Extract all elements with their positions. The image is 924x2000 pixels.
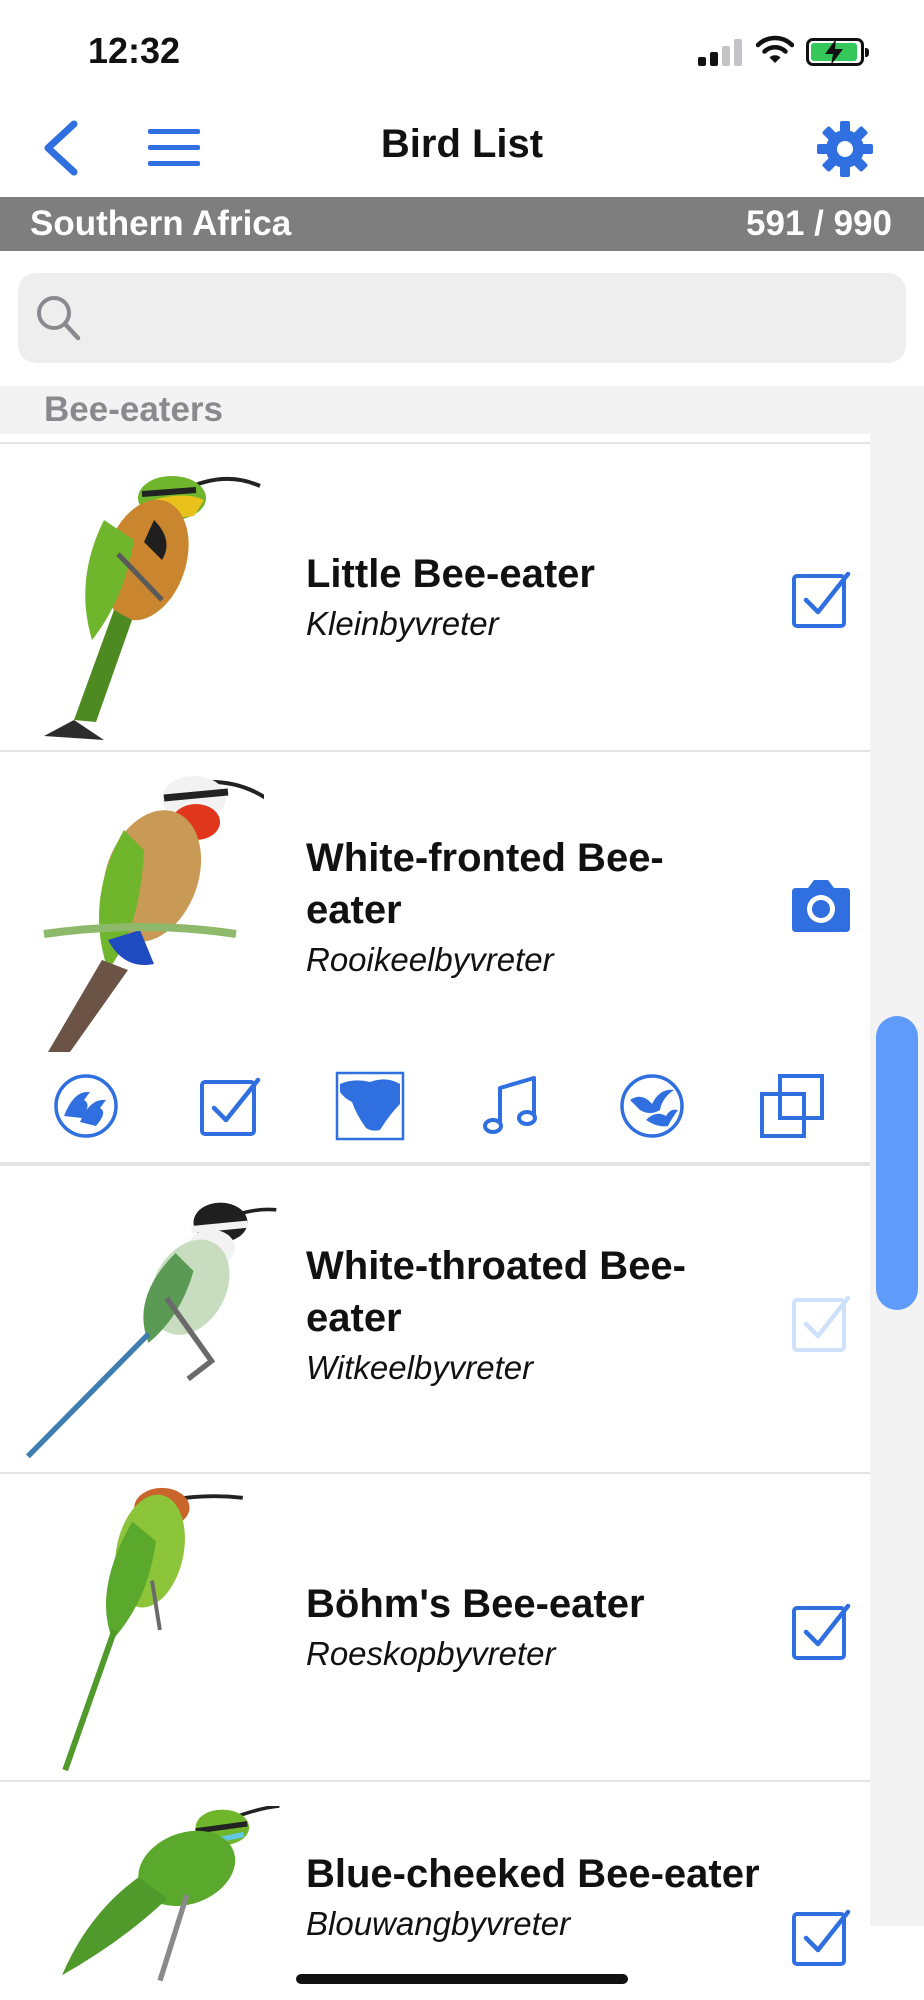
music-note-icon[interactable] — [476, 1070, 548, 1142]
bird-names: Böhm's Bee-eater Roeskopbyvreter — [306, 1578, 786, 1678]
common-name: White-fronted Bee-eater — [306, 836, 664, 932]
scrollbar-thumb[interactable] — [876, 1016, 918, 1310]
species-count: 591 / 990 — [746, 204, 892, 243]
bird-names: Little Bee-eater Kleinbyvreter — [306, 548, 756, 648]
bird-row-white-throated-bee-eater[interactable]: White-throated Bee-eater Witkeelbyvreter — [0, 1164, 870, 1472]
white-throated-bee-eater-illustration — [25, 1202, 277, 1459]
gear-icon[interactable] — [814, 118, 876, 180]
blue-cheeked-bee-eater-illustration — [62, 1806, 280, 1982]
cellular-signal-icon — [698, 38, 742, 66]
common-name: White-throated Bee-eater — [306, 1244, 686, 1340]
status-time: 12:32 — [88, 30, 181, 71]
search-icon — [37, 296, 81, 341]
birds-flight-icon[interactable] — [616, 1070, 688, 1142]
afrikaans-name: Rooikeelbyvreter — [306, 941, 554, 978]
battery-icon — [806, 38, 869, 66]
search-bar[interactable] — [18, 273, 906, 363]
home-indicator[interactable] — [296, 1974, 628, 1984]
distribution-map-icon[interactable] — [334, 1070, 406, 1142]
common-name: Böhm's Bee-eater — [306, 1582, 645, 1626]
section-header: Bee-eaters — [0, 386, 924, 434]
checkbox-checked-icon[interactable] — [788, 566, 854, 632]
bird-action-toolbar — [0, 1058, 870, 1162]
camera-icon[interactable] — [788, 874, 854, 940]
checkbox-checked-icon[interactable] — [788, 1598, 854, 1664]
section-title: Bee-eaters — [44, 390, 223, 429]
status-bar: 12:32 — [0, 0, 924, 100]
copy-icon[interactable] — [756, 1070, 828, 1142]
common-name: Blue-cheeked Bee-eater — [306, 1852, 760, 1896]
bohms-bee-eater-illustration — [62, 1487, 243, 1772]
checkbox-icon[interactable] — [194, 1070, 266, 1142]
little-bee-eater-illustration — [44, 476, 261, 740]
afrikaans-name: Kleinbyvreter — [306, 605, 499, 642]
birds-pair-icon[interactable] — [50, 1070, 122, 1142]
bird-row-bohms-bee-eater[interactable]: Böhm's Bee-eater Roeskopbyvreter — [0, 1472, 870, 1780]
search-input[interactable] — [98, 293, 878, 343]
region-name: Southern Africa — [30, 204, 292, 243]
wifi-icon — [756, 35, 794, 63]
checkbox-faded-icon[interactable] — [788, 1290, 854, 1356]
navigation-bar: Bird List — [0, 100, 924, 196]
bird-names: White-fronted Bee-eater Rooikeelbyvreter — [306, 832, 726, 984]
afrikaans-name: Blouwangbyvreter — [306, 1905, 571, 1942]
region-bar[interactable]: Southern Africa 591 / 990 — [0, 197, 924, 251]
checkbox-checked-icon[interactable] — [788, 1904, 854, 1970]
bird-row-little-bee-eater[interactable]: Little Bee-eater Kleinbyvreter — [0, 442, 870, 750]
bird-row-blue-cheeked-bee-eater[interactable]: Blue-cheeked Bee-eater Blouwangbyvreter — [0, 1780, 870, 2000]
white-fronted-bee-eater-illustration — [43, 776, 264, 1052]
afrikaans-name: Roeskopbyvreter — [306, 1635, 556, 1672]
bird-names: Blue-cheeked Bee-eater Blouwangbyvreter — [306, 1848, 766, 1948]
afrikaans-name: Witkeelbyvreter — [306, 1349, 534, 1386]
page-title: Bird List — [380, 122, 544, 166]
common-name: Little Bee-eater — [306, 552, 595, 596]
bird-names: White-throated Bee-eater Witkeelbyvreter — [306, 1240, 766, 1392]
charging-bolt-icon — [825, 39, 843, 65]
